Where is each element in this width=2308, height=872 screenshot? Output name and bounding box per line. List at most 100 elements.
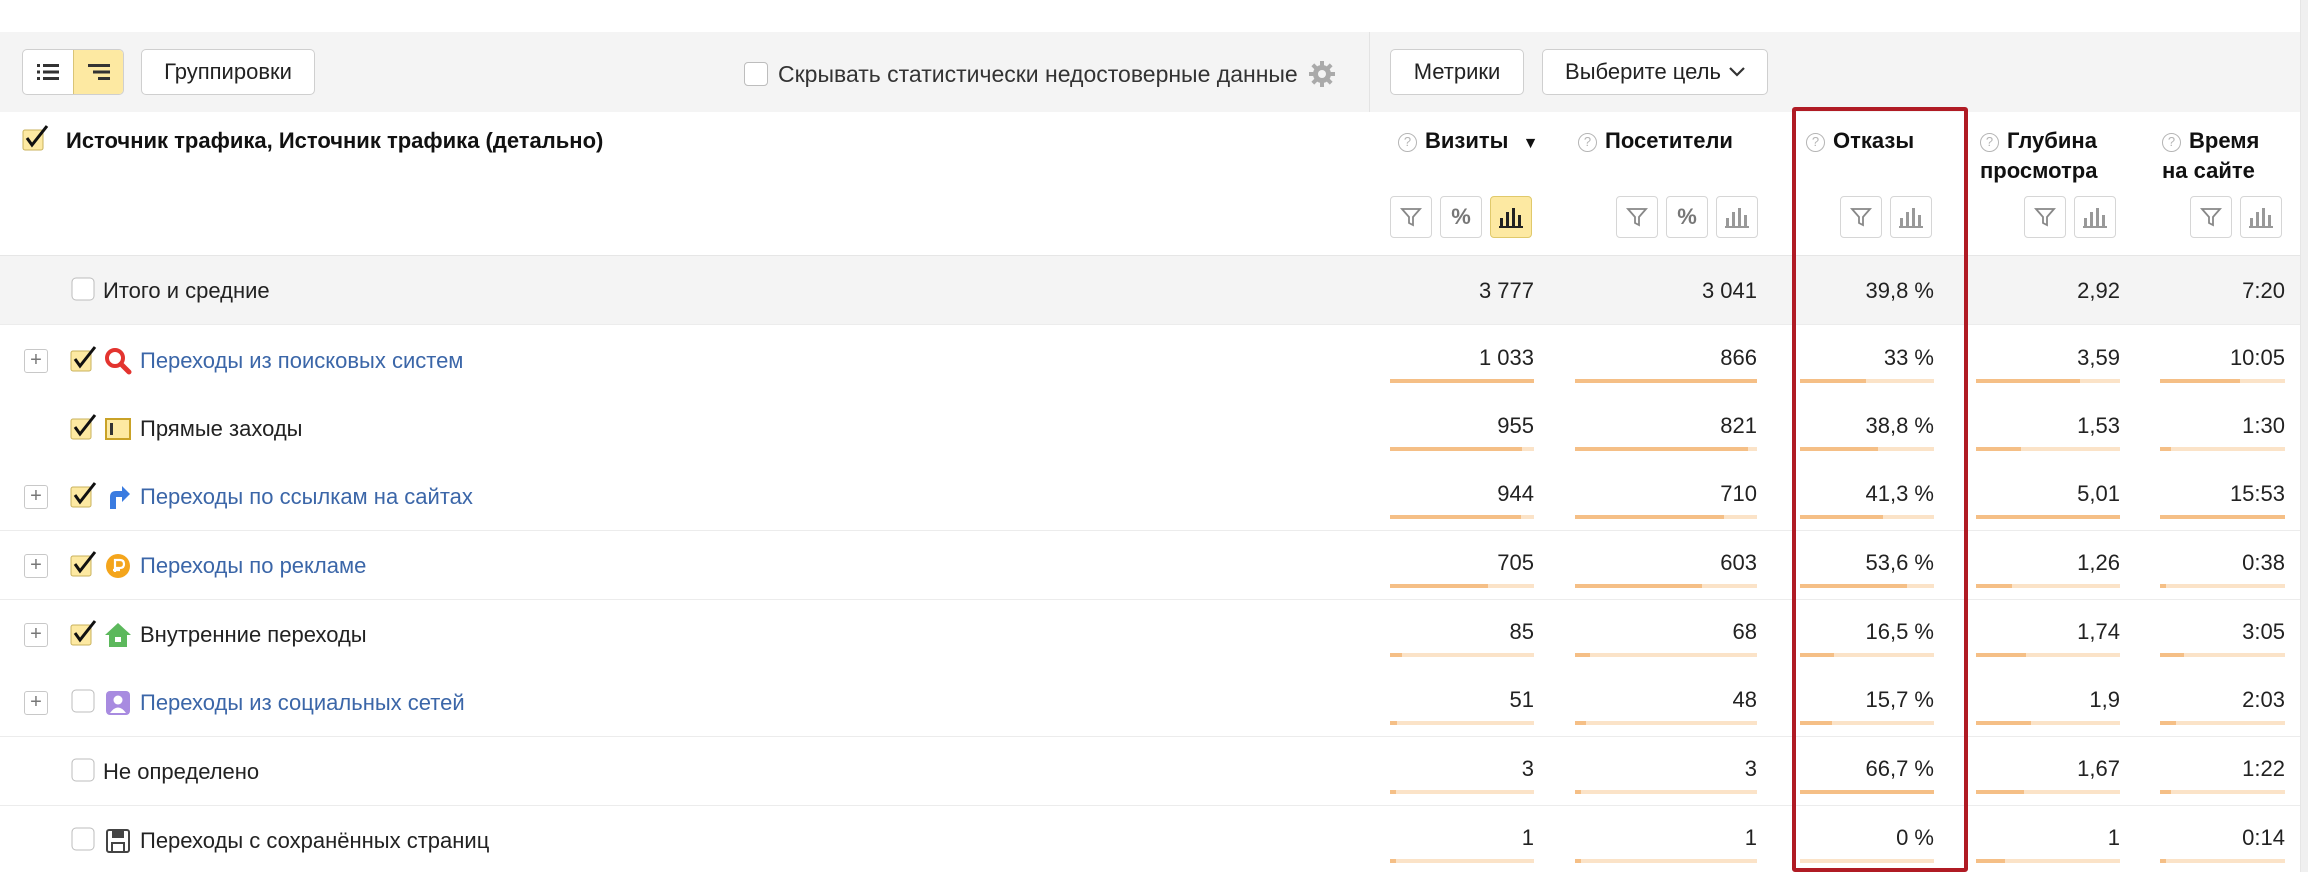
depth-value: 2,92: [2077, 278, 2120, 303]
visitors-value: 3: [1744, 756, 1757, 781]
row-label[interactable]: Переходы из социальных сетей: [140, 689, 465, 717]
filter-icon: [2034, 208, 2056, 227]
hide-unreliable-checkbox[interactable]: [744, 62, 768, 86]
column-bounce-header[interactable]: ? Отказы: [1806, 126, 1914, 156]
bounce-bar-track: [1800, 790, 1934, 794]
link-arrow-icon: [104, 483, 132, 511]
row-checkbox[interactable]: [70, 345, 98, 373]
visits-value: 51: [1509, 687, 1534, 712]
help-icon[interactable]: ?: [1806, 133, 1825, 152]
depth-bar-track: [1976, 379, 2120, 383]
row-checkbox[interactable]: [70, 481, 98, 509]
depth-chart-button[interactable]: [2074, 196, 2116, 238]
time-bar-fill: [2160, 447, 2171, 451]
expand-button[interactable]: +: [24, 554, 48, 578]
visitors-value: 866: [1720, 345, 1757, 370]
top-strip: [0, 0, 2308, 32]
row-checkbox[interactable]: [70, 619, 98, 647]
column-depth-header[interactable]: ? Глубина просмотра: [1980, 126, 2097, 186]
visits-chart-button[interactable]: [1490, 196, 1532, 238]
time-bar-fill: [2160, 584, 2166, 588]
table-row[interactable]: + Внутренние переходы 85 68 16,5 % 1,74 3:05: [0, 600, 2300, 669]
visitors-filter-button[interactable]: [1616, 196, 1658, 238]
visitors-bar-track: [1575, 379, 1757, 383]
expand-button[interactable]: +: [24, 349, 48, 373]
time-filter-button[interactable]: [2190, 196, 2232, 238]
time-bar-fill: [2160, 515, 2285, 519]
row-checkbox[interactable]: [70, 825, 98, 853]
bounce-value: 38,8 %: [1865, 413, 1935, 438]
internal-home-icon: [104, 621, 132, 649]
filter-icon: [1400, 208, 1422, 227]
help-icon[interactable]: ?: [2162, 133, 2181, 152]
help-icon[interactable]: ?: [1398, 133, 1417, 152]
column-visitors-header[interactable]: ? Посетители: [1578, 126, 1733, 156]
depth-bar-fill: [1976, 584, 2012, 588]
goal-select[interactable]: Выберите цель: [1542, 49, 1768, 95]
time-bar-track: [2160, 653, 2285, 657]
scrollbar-track[interactable]: [2300, 0, 2308, 872]
help-icon[interactable]: ?: [1980, 133, 1999, 152]
visits-bar-track: [1390, 859, 1534, 863]
depth-value: 1,26: [2077, 550, 2120, 575]
table-row[interactable]: + Переходы из поисковых систем 1 033 866 33 …: [0, 326, 2300, 395]
bounce-chart-button[interactable]: [1890, 196, 1932, 238]
row-label[interactable]: Переходы по рекламе: [140, 552, 366, 580]
table-row[interactable]: + Переходы по ссылкам на сайтах 944 710 41,3…: [0, 462, 2300, 531]
gear-icon[interactable]: [1308, 60, 1336, 88]
groupings-button[interactable]: Группировки: [141, 49, 315, 95]
visits-value: 3: [1521, 756, 1534, 781]
column-visits-title: Визиты: [1425, 128, 1509, 153]
percent-icon: %: [1451, 204, 1471, 229]
row-checkbox[interactable]: [70, 275, 98, 303]
time-chart-button[interactable]: [2240, 196, 2282, 238]
row-checkbox[interactable]: [70, 756, 98, 784]
visits-bar-track: [1390, 790, 1534, 794]
percent-icon: %: [1677, 204, 1697, 229]
row-checkbox[interactable]: [70, 550, 98, 578]
visits-bar-fill: [1390, 653, 1402, 657]
expand-button[interactable]: +: [24, 623, 48, 647]
visits-filter-button[interactable]: [1390, 196, 1432, 238]
visits-percent-button[interactable]: %: [1440, 196, 1482, 238]
visits-value: 705: [1497, 550, 1534, 575]
time-value: 15:53: [2229, 481, 2285, 506]
bar-chart-icon: [2249, 208, 2273, 228]
row-checkbox[interactable]: [70, 413, 98, 441]
column-visits-header[interactable]: ? Визиты ▼: [1398, 126, 1538, 159]
table-row[interactable]: Прямые заходы 955 821 38,8 % 1,53 1:30: [0, 394, 2300, 463]
visitors-percent-button[interactable]: %: [1666, 196, 1708, 238]
table-row[interactable]: Не определено 3 3 66,7 % 1,67 1:22: [0, 737, 2300, 806]
expand-button[interactable]: +: [24, 485, 48, 509]
visitors-bar-track: [1575, 721, 1757, 725]
time-value: 10:05: [2229, 345, 2285, 370]
hide-unreliable-toggle[interactable]: Скрывать статистически недостоверные дан…: [744, 60, 1336, 88]
toolbar-right: Метрики Выберите цель: [1369, 32, 2300, 112]
table-row[interactable]: + Переходы по рекламе 705 603 53,6 % 1,26 0:38: [0, 531, 2300, 600]
tree-view-button[interactable]: [73, 50, 123, 94]
bounce-value: 41,3 %: [1865, 481, 1935, 506]
visitors-chart-button[interactable]: [1716, 196, 1758, 238]
row-label[interactable]: Переходы по ссылкам на сайтах: [140, 483, 473, 511]
visits-value: 85: [1509, 619, 1534, 644]
row-label[interactable]: Переходы из поисковых систем: [140, 347, 463, 375]
table-row[interactable]: Переходы с сохранённых страниц 1 1 0 % 1 0:14: [0, 806, 2300, 872]
visitors-bar-fill: [1575, 584, 1702, 588]
bounce-value: 66,7 %: [1865, 756, 1935, 781]
totals-row[interactable]: Итого и средние 3 777 3 041 39,8 % 2,92 7:20: [0, 256, 2300, 325]
column-time-header[interactable]: ? Время на сайте: [2162, 126, 2259, 186]
floppy-disk-icon: [104, 827, 132, 855]
visits-bar-track: [1390, 379, 1534, 383]
expand-button[interactable]: +: [24, 691, 48, 715]
metrics-button[interactable]: Метрики: [1390, 49, 1524, 95]
help-icon[interactable]: ?: [1578, 133, 1597, 152]
depth-bar-fill: [1976, 379, 2080, 383]
row-checkbox[interactable]: [70, 687, 98, 715]
bounce-filter-button[interactable]: [1840, 196, 1882, 238]
time-value: 1:22: [2242, 756, 2285, 781]
depth-filter-button[interactable]: [2024, 196, 2066, 238]
visitors-bar-track: [1575, 653, 1757, 657]
list-view-button[interactable]: [23, 50, 73, 94]
select-all-checkbox[interactable]: [22, 124, 50, 152]
table-row[interactable]: + Переходы из социальных сетей 51 48 15,7 % 1…: [0, 668, 2300, 737]
